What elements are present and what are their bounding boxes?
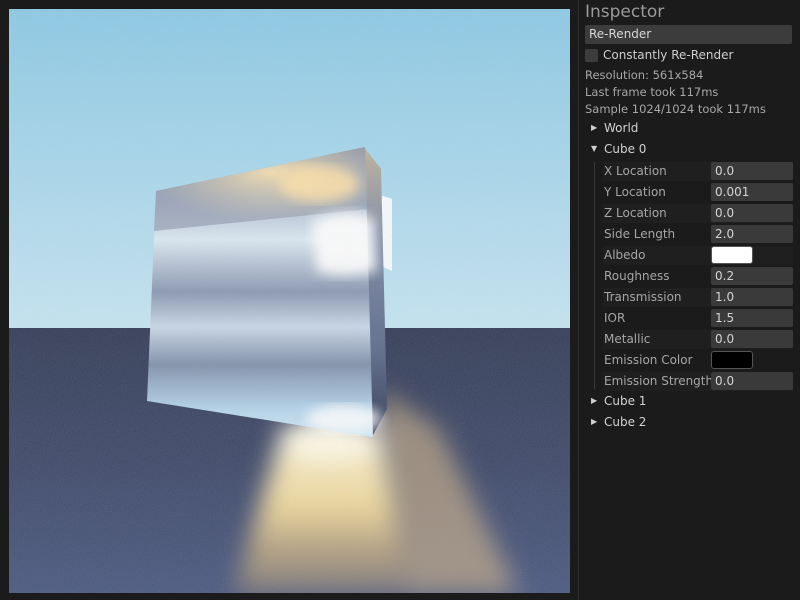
collapsed-arrow-icon: ▶	[591, 123, 598, 132]
tree-item-cube-0[interactable]: ▼ Cube 0	[589, 141, 789, 159]
prop-side-length: Side Length 2.0	[603, 225, 793, 244]
inspector-panel: Inspector Re-Render Constantly Re-Render…	[578, 0, 800, 600]
tree-item-label: Cube 2	[604, 415, 647, 429]
prop-label: Albedo	[604, 248, 646, 262]
prop-ior: IOR 1.5	[603, 309, 793, 328]
prop-z-location: Z Location 0.0	[603, 204, 793, 223]
tree-item-cube-1[interactable]: ▶ Cube 1	[589, 393, 789, 411]
x-location-input[interactable]: 0.0	[711, 162, 793, 180]
rendered-scene	[9, 9, 570, 593]
tree-item-world[interactable]: ▶ World	[589, 120, 789, 138]
transmission-input[interactable]: 1.0	[711, 288, 793, 306]
z-location-input[interactable]: 0.0	[711, 204, 793, 222]
constant-rerender-label: Constantly Re-Render	[603, 48, 734, 62]
prop-label: Emission Color	[604, 353, 693, 367]
prop-label: Metallic	[604, 332, 651, 346]
ior-input[interactable]: 1.5	[711, 309, 793, 327]
prop-y-location: Y Location 0.001	[603, 183, 793, 202]
last-frame-text: Last frame took 117ms	[585, 85, 719, 99]
metallic-input[interactable]: 0.0	[711, 330, 793, 348]
prop-label: Side Length	[604, 227, 676, 241]
prop-label: IOR	[604, 311, 626, 325]
prop-metallic: Metallic 0.0	[603, 330, 793, 349]
prop-roughness: Roughness 0.2	[603, 267, 793, 286]
prop-emission-color: Emission Color	[603, 351, 793, 370]
resolution-text: Resolution: 561x584	[585, 68, 704, 82]
prop-transmission: Transmission 1.0	[603, 288, 793, 307]
tree-item-label: Cube 0	[604, 142, 647, 156]
render-viewport[interactable]	[9, 9, 570, 593]
tree-item-cube-2[interactable]: ▶ Cube 2	[589, 414, 789, 432]
expanded-arrow-icon: ▼	[591, 144, 598, 153]
prop-label: Transmission	[604, 290, 682, 304]
prop-label: X Location	[604, 164, 667, 178]
prop-label: Emission Strength	[604, 374, 714, 388]
prop-label: Z Location	[604, 206, 667, 220]
prop-label: Y Location	[604, 185, 666, 199]
y-location-input[interactable]: 0.001	[711, 183, 793, 201]
collapsed-arrow-icon: ▶	[591, 396, 598, 405]
prop-emission-strength: Emission Strength 0.0	[603, 372, 793, 391]
roughness-input[interactable]: 0.2	[711, 267, 793, 285]
prop-label: Roughness	[604, 269, 670, 283]
albedo-color-swatch[interactable]	[711, 246, 753, 264]
emission-strength-input[interactable]: 0.0	[711, 372, 793, 390]
tree-item-label: Cube 1	[604, 394, 647, 408]
tree-indent-guide	[594, 162, 595, 389]
sample-text: Sample 1024/1024 took 117ms	[585, 102, 766, 116]
collapsed-arrow-icon: ▶	[591, 417, 598, 426]
tree-item-label: World	[604, 121, 639, 135]
rerender-button[interactable]: Re-Render	[585, 25, 792, 44]
prop-albedo: Albedo	[603, 246, 793, 265]
constant-rerender-checkbox[interactable]	[585, 49, 598, 62]
prop-x-location: X Location 0.0	[603, 162, 793, 181]
side-length-input[interactable]: 2.0	[711, 225, 793, 243]
emission-color-swatch[interactable]	[711, 351, 753, 369]
inspector-title: Inspector	[585, 2, 665, 22]
